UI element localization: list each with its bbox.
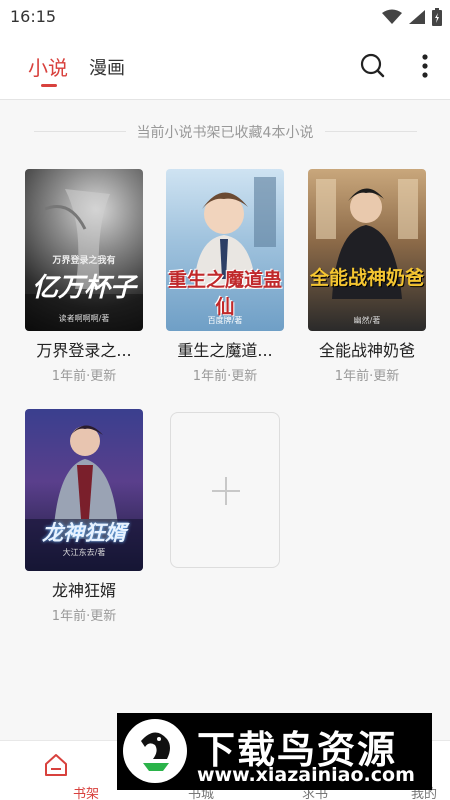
cover-title: 龙神狂婿 [42,521,126,545]
book-cover[interactable]: 万界登录之我有 亿万杯子 读者啊啊啊/著 [25,169,143,331]
nav-label: 书架 [72,787,99,800]
watermark-banner: 下载鸟资源 www.xiazainiao.com [117,713,432,790]
cover-author: 读者啊啊啊/著 [58,314,110,323]
book-title[interactable]: 全能战神奶爸 [302,337,432,361]
active-tab-indicator [41,84,57,87]
search-icon[interactable] [359,52,385,78]
cover-art [25,189,143,331]
cover-title: 重生之魔道蛊仙 [167,269,282,318]
book-update-time: 1年前·更新 [51,609,117,624]
tab-novel[interactable]: 小说 [28,52,68,81]
add-book-button[interactable] [170,412,280,568]
book-title[interactable]: 龙神狂婿 [19,577,149,601]
divider [325,131,417,132]
signal-icon [409,10,425,24]
book-cover[interactable]: 全能战神奶爸 幽然/著 [308,169,426,331]
home-icon [45,754,67,776]
book-title[interactable]: 万界登录之... [19,337,149,361]
more-options-icon[interactable] [418,52,432,80]
cover-art [316,179,418,299]
book-cover[interactable]: 龙神狂婿 大江东去/著 [25,409,143,571]
book-update-time: 1年前·更新 [334,369,400,384]
plus-icon [212,477,240,505]
shelf-summary: 当前小说书架已收藏4本小说 [0,120,450,142]
status-icons [382,8,442,26]
tab-comic[interactable]: 漫画 [89,54,125,80]
book-cover[interactable]: 重生之魔道蛊仙 百度牌/著 [166,169,284,331]
status-bar: 16:15 [0,0,450,34]
cover-author: 大江东去/著 [62,548,106,557]
status-time: 16:15 [10,7,57,26]
cover-title: 全能战神奶爸 [309,267,424,289]
watermark-url: www.xiazainiao.com [197,764,415,786]
shelf-summary-text: 当前小说书架已收藏4本小说 [136,125,314,141]
wifi-icon [382,9,402,24]
cover-title: 亿万杯子 [31,273,136,303]
book-title[interactable]: 重生之魔道... [160,337,290,361]
book-update-time: 1年前·更新 [192,369,258,384]
book-update-time: 1年前·更新 [51,369,117,384]
watermark-logo [123,719,187,783]
cover-subtitle: 万界登录之我有 [52,256,116,266]
bird-logo-icon [141,732,170,771]
battery-icon [432,8,442,26]
cover-author: 百度牌/著 [207,316,243,325]
app-bar: 小说 漫画 [0,34,450,100]
cover-author: 幽然/著 [353,316,381,325]
